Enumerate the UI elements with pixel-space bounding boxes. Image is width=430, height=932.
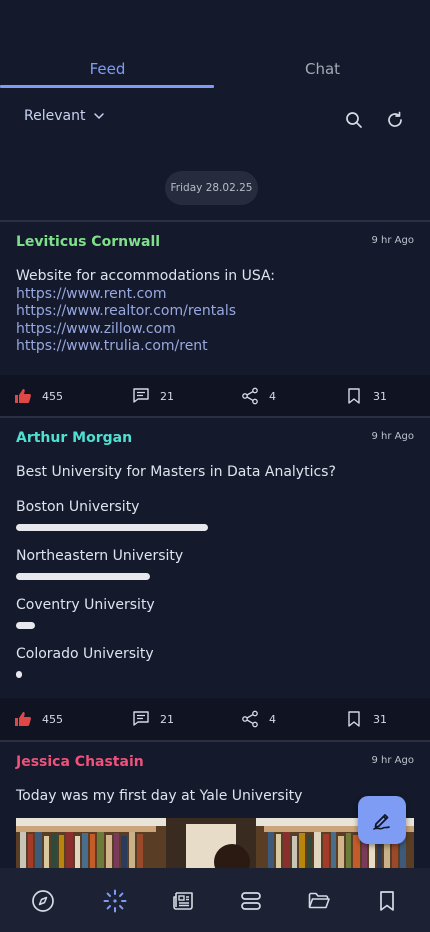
- comment-count: 21: [160, 389, 174, 403]
- sort-dropdown[interactable]: Relevant: [24, 108, 105, 124]
- nav-files[interactable]: [306, 888, 332, 914]
- poll-bar: [16, 622, 35, 629]
- tab-chat[interactable]: Chat: [215, 48, 430, 90]
- poll-option[interactable]: Coventry University: [16, 597, 155, 613]
- post-author[interactable]: Arthur Morgan: [16, 430, 132, 446]
- post-text: Website for accommodations in USA:: [16, 268, 276, 284]
- filter-row: Relevant: [0, 104, 430, 136]
- like-count: 455: [42, 389, 63, 403]
- post-link[interactable]: https://www.trulia.com/rent: [16, 338, 275, 356]
- nav-groups[interactable]: [238, 888, 264, 914]
- stack-icon: [241, 892, 261, 910]
- share-icon: [242, 387, 258, 405]
- thumbs-up-icon: [15, 712, 31, 726]
- post-header: Arthur Morgan 9 hr Ago: [0, 418, 430, 458]
- news-icon: [173, 892, 193, 910]
- post-author[interactable]: Leviticus Cornwall: [16, 234, 160, 250]
- post-time: 9 hr Ago: [371, 431, 414, 442]
- nav-news[interactable]: [170, 888, 196, 914]
- post-card: Leviticus Cornwall 9 hr Ago Website for …: [0, 220, 430, 417]
- sparkle-icon: [103, 889, 127, 913]
- post-card: Arthur Morgan 9 hr Ago Best University f…: [0, 416, 430, 740]
- thumbs-up-icon: [15, 389, 31, 403]
- post-text: Best University for Masters in Data Anal…: [16, 464, 336, 480]
- post-time: 9 hr Ago: [371, 755, 414, 766]
- share-icon: [242, 710, 258, 728]
- share-button[interactable]: 4: [241, 710, 276, 728]
- tab-bar: Feed Chat: [0, 48, 430, 90]
- post-actions: 455 21 4 31: [0, 375, 430, 417]
- post-time: 9 hr Ago: [371, 235, 414, 246]
- nav-saved[interactable]: [374, 888, 400, 914]
- bookmark-icon: [348, 388, 360, 404]
- poll-bar: [16, 573, 150, 580]
- tab-feed[interactable]: Feed: [0, 48, 215, 90]
- poll-bar: [16, 671, 22, 678]
- bottom-nav: [0, 868, 430, 932]
- compose-button[interactable]: [358, 796, 406, 844]
- comment-button[interactable]: 21: [132, 710, 174, 728]
- post-link[interactable]: https://www.realtor.com/rentals: [16, 303, 275, 321]
- poll-bar: [16, 524, 208, 531]
- poll-option[interactable]: Northeastern University: [16, 548, 183, 564]
- post-body: Website for accommodations in USA: https…: [16, 268, 275, 356]
- compass-icon: [32, 890, 54, 912]
- like-count: 455: [42, 712, 63, 726]
- post-header: Jessica Chastain 9 hr Ago: [0, 742, 430, 782]
- refresh-icon: [388, 111, 402, 127]
- post-link[interactable]: https://www.zillow.com: [16, 321, 275, 339]
- post-actions: 455 21 4 31: [0, 698, 430, 740]
- date-separator: Friday 28.02.25: [165, 171, 258, 205]
- search-button[interactable]: [342, 108, 366, 132]
- post-header: Leviticus Cornwall 9 hr Ago: [0, 222, 430, 262]
- nav-feed[interactable]: [102, 888, 128, 914]
- poll-option[interactable]: Colorado University: [16, 646, 154, 662]
- bookmark-icon: [348, 711, 360, 727]
- post-text: Today was my first day at Yale Universit…: [16, 788, 303, 804]
- chevron-down-icon: [94, 113, 105, 119]
- save-button[interactable]: 31: [345, 710, 387, 728]
- share-count: 4: [269, 389, 276, 403]
- post-link[interactable]: https://www.rent.com: [16, 286, 275, 304]
- app-root: Feed Chat Relevant Friday 28.02.25 Levit…: [0, 0, 430, 932]
- nav-explore[interactable]: [30, 888, 56, 914]
- folder-icon: [308, 892, 330, 909]
- comment-icon: [133, 388, 149, 403]
- comment-count: 21: [160, 712, 174, 726]
- save-button[interactable]: 31: [345, 387, 387, 405]
- search-icon: [346, 112, 362, 128]
- share-count: 4: [269, 712, 276, 726]
- save-count: 31: [373, 389, 387, 403]
- bookmark-icon: [380, 891, 394, 911]
- poll-option[interactable]: Boston University: [16, 499, 139, 515]
- post-author[interactable]: Jessica Chastain: [16, 754, 144, 770]
- like-button[interactable]: 455: [14, 387, 63, 405]
- refresh-button[interactable]: [383, 108, 407, 132]
- save-count: 31: [373, 712, 387, 726]
- compose-icon: [373, 814, 390, 830]
- share-button[interactable]: 4: [241, 387, 276, 405]
- like-button[interactable]: 455: [14, 710, 63, 728]
- sort-dropdown-label: Relevant: [24, 108, 86, 124]
- comment-icon: [133, 711, 149, 726]
- comment-button[interactable]: 21: [132, 387, 174, 405]
